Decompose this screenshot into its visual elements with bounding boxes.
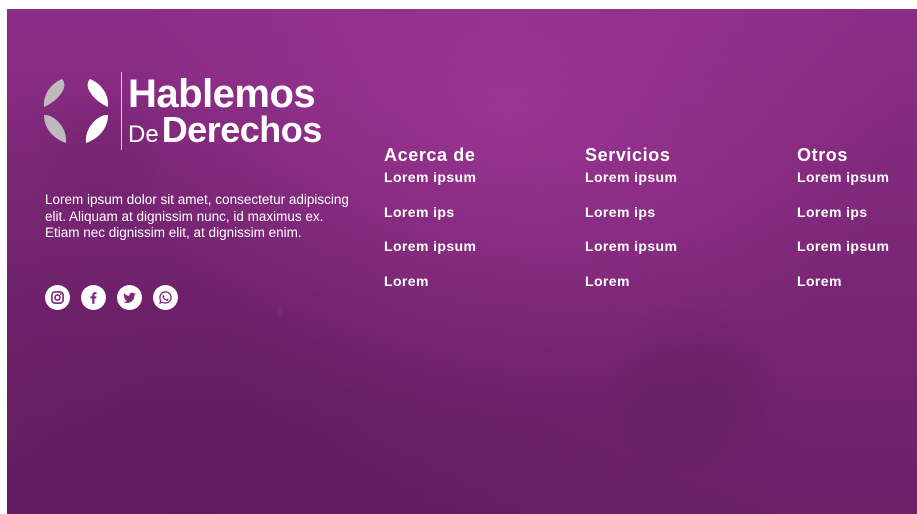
footer-description: Lorem ipsum dolor sit amet, consectetur … [45,192,349,240]
footer-link[interactable]: Lorem ipsum [384,238,476,255]
footer-link[interactable]: Lorem ips [384,204,476,221]
footer-link[interactable]: Lorem [585,273,677,290]
footer-link[interactable]: Lorem ipsum [384,169,476,186]
column-title: Otros [797,145,849,165]
brand-name-main: Derechos [161,109,323,150]
brand-name-line2: DeDerechos [128,112,322,148]
column-title: Servicios [585,145,671,165]
brand-name-prefix: De [128,121,159,148]
brand-name-line1: Hablemos [128,72,316,116]
column-acerca-de: Acerca de Lorem ipsum Lorem ips Lorem ip… [384,143,476,290]
column-servicios: Servicios Lorem ipsum Lorem ips Lorem ip… [585,143,677,290]
social-links [45,285,178,310]
facebook-icon [90,292,97,304]
footer-link[interactable]: Lorem ips [797,204,889,221]
leaf-shield-icon [43,79,109,143]
link-list: Lorem ipsum Lorem ips Lorem ipsum Lorem [585,169,677,290]
brand-divider [121,72,122,150]
whatsapp-icon [159,291,172,304]
footer-link[interactable]: Lorem [384,273,476,290]
whatsapp-link[interactable] [153,285,178,310]
column-title: Acerca de [384,145,476,165]
twitter-link[interactable] [117,285,142,310]
footer-link[interactable]: Lorem ipsum [797,169,889,186]
footer-link[interactable]: Lorem [797,273,889,290]
link-list: Lorem ipsum Lorem ips Lorem ipsum Lorem [797,169,889,290]
twitter-icon [123,292,136,303]
footer-link[interactable]: Lorem ipsum [797,238,889,255]
footer-link[interactable]: Lorem ipsum [585,169,677,186]
footer-link[interactable]: Lorem ips [585,204,677,221]
column-otros: Otros Lorem ipsum Lorem ips Lorem ipsum … [797,143,889,290]
instagram-link[interactable] [45,285,70,310]
link-list: Lorem ipsum Lorem ips Lorem ipsum Lorem [384,169,476,290]
brand[interactable]: Hablemos DeDerechos [40,66,322,156]
footer-link[interactable]: Lorem ipsum [585,238,677,255]
instagram-icon [51,291,64,304]
facebook-link[interactable] [81,285,106,310]
footer-panel: Hablemos DeDerechos Lorem ipsum dolor si… [7,9,917,514]
brand-name: Hablemos DeDerechos [128,74,322,148]
